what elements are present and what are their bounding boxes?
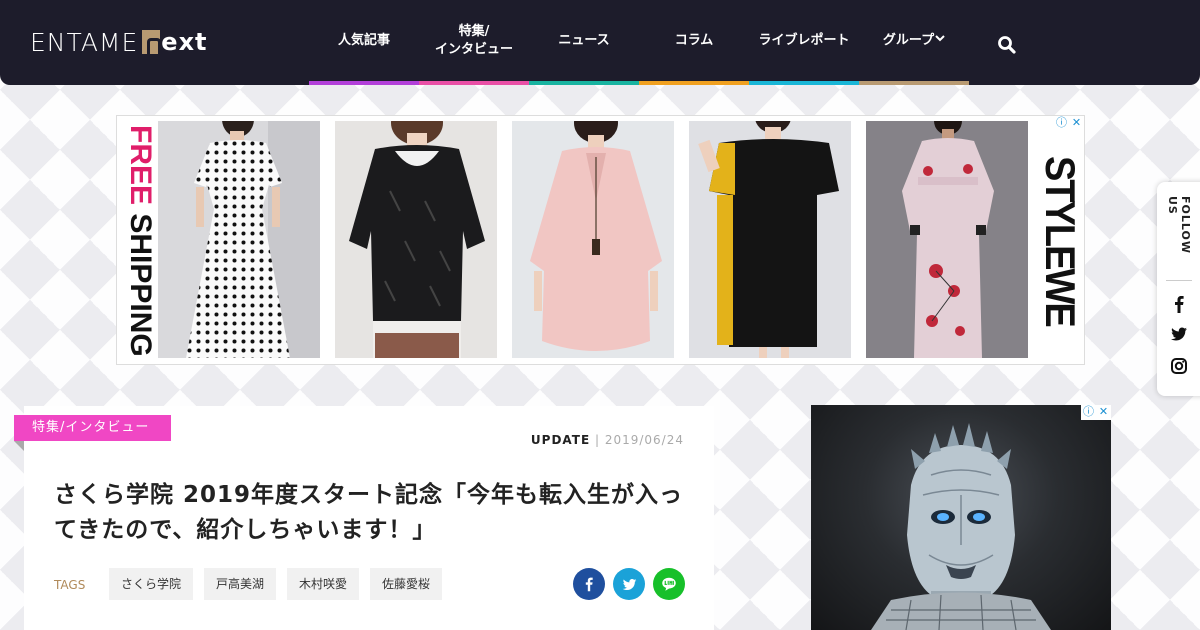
sidebar-ad[interactable]: ⓘ ✕: [811, 405, 1111, 630]
twitter-icon: [622, 578, 636, 590]
tag-chip[interactable]: 佐藤愛桜: [370, 568, 443, 600]
tag-chip[interactable]: 木村咲愛: [287, 568, 360, 600]
tag-list: さくら学院 戸高美湖 木村咲愛 佐藤愛桜: [109, 568, 453, 600]
nav-item-feature-interview[interactable]: 特集/ インタビュー: [419, 0, 529, 85]
article-title: さくら学院 2019年度スタート記念「今年も転入生が入ってきたので、紹介しちゃい…: [54, 482, 684, 543]
nav-item-group[interactable]: グループ: [859, 0, 969, 85]
update-separator: |: [590, 433, 605, 447]
nav-accent-bar: [859, 81, 969, 85]
nav-accent-bar: [309, 81, 419, 85]
tag-chip[interactable]: さくら学院: [109, 568, 194, 600]
line-icon: [662, 577, 676, 591]
ad-product-photo[interactable]: [689, 121, 851, 358]
nav-accent-bar: [749, 81, 859, 85]
nav-accent-bar: [419, 81, 529, 85]
chevron-down-icon: [935, 34, 945, 41]
nav-item-live-report[interactable]: ライブレポート: [749, 0, 859, 85]
ad-choices: ⓘ ✕: [1054, 116, 1084, 131]
logo-n-mark: [142, 30, 162, 57]
brand-label: STYLEWE: [1035, 156, 1082, 326]
banner-ad[interactable]: FREE SHIPPING STYLEWE ⓘ ✕: [116, 115, 1085, 365]
share-twitter-button[interactable]: [613, 568, 645, 600]
nav-item-label: 人気記事: [337, 32, 390, 48]
category-tag-fold: [14, 441, 24, 451]
follow-us-panel: FOLLOW US: [1157, 182, 1200, 396]
instagram-icon[interactable]: [1169, 356, 1189, 376]
nav-item-label: ライブレポート: [758, 32, 850, 48]
twitter-icon[interactable]: [1169, 324, 1189, 344]
nav-item-label: グループ: [882, 32, 935, 48]
update-label: UPDATE: [530, 433, 591, 447]
nav-accent-bar: [529, 81, 639, 85]
ad-info-icon[interactable]: ⓘ: [1081, 405, 1096, 420]
facebook-icon: [585, 577, 593, 592]
share-facebook-button[interactable]: [573, 568, 605, 600]
ad-product-photo[interactable]: [512, 121, 674, 358]
update-info: UPDATE | 2019/06/24: [531, 433, 684, 447]
free-shipping-text: FREE SHIPPING: [123, 122, 157, 360]
ad-image-night-king: [871, 423, 1051, 630]
ad-close-icon[interactable]: ✕: [1069, 116, 1084, 131]
nav-item-news[interactable]: ニュース: [529, 0, 639, 85]
ad-product-photo[interactable]: [866, 121, 1028, 358]
category-tag[interactable]: 特集/インタビュー: [14, 415, 171, 441]
facebook-icon[interactable]: [1169, 294, 1189, 314]
follow-us-label: FOLLOW US: [1166, 196, 1192, 254]
nav-item-label: 特集/ インタビュー: [434, 23, 513, 57]
ad-choices: ⓘ ✕: [1081, 405, 1111, 420]
ad-info-icon[interactable]: ⓘ: [1054, 116, 1069, 131]
ad-product-photo[interactable]: [158, 121, 320, 358]
logo-word-entame: ENTAME: [30, 27, 139, 57]
nav-item-column[interactable]: コラム: [639, 0, 749, 85]
follow-us-label-wrap: FOLLOW US: [1166, 196, 1192, 270]
site-header: ENTAME ext 人気記事 特集/ インタビュー ニュース コラム ライブレ…: [0, 0, 1200, 85]
search-icon[interactable]: [996, 34, 1018, 56]
nav-accent-bar: [639, 81, 749, 85]
site-logo[interactable]: ENTAME ext: [30, 26, 208, 58]
shipping-label: SHIPPING: [124, 213, 157, 357]
share-line-button[interactable]: [653, 568, 685, 600]
ad-close-icon[interactable]: ✕: [1096, 405, 1111, 420]
logo-word-next: ext: [161, 28, 208, 56]
free-label: FREE: [124, 125, 157, 214]
main-nav: 人気記事 特集/ インタビュー ニュース コラム ライブレポート グループ: [309, 0, 969, 85]
nav-item-label: コラム: [674, 32, 714, 48]
divider: [1166, 280, 1192, 281]
stylewe-brand-logo: STYLEWE: [1033, 156, 1083, 326]
ad-product-photo[interactable]: [335, 121, 497, 358]
nav-item-popular[interactable]: 人気記事: [309, 0, 419, 85]
tag-chip[interactable]: 戸高美湖: [204, 568, 277, 600]
tags-label: TAGS: [54, 578, 86, 592]
nav-item-label: ニュース: [558, 32, 610, 48]
update-date: 2019/06/24: [604, 433, 684, 447]
